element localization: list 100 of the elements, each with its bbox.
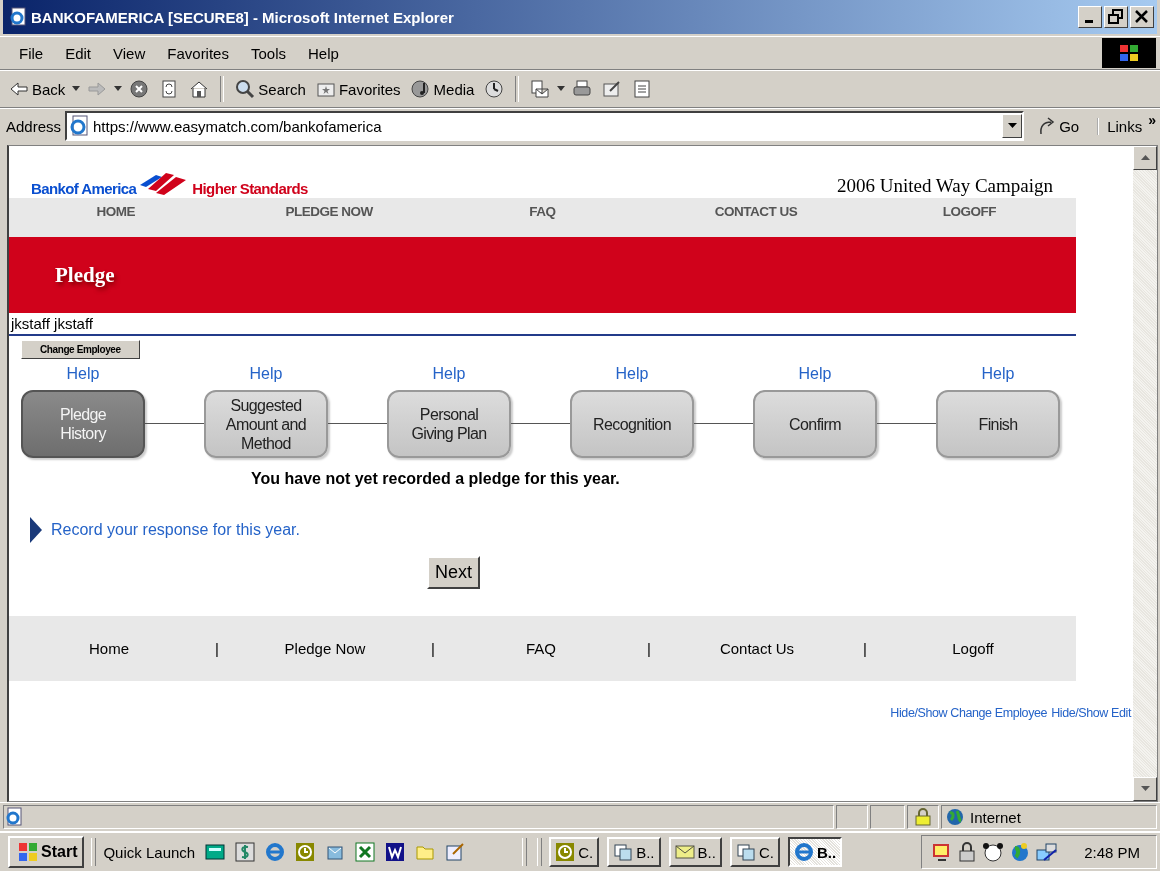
restore-icon[interactable] (1104, 6, 1128, 28)
spreadsheet-icon[interactable] (355, 842, 376, 862)
help-link[interactable]: Help (249, 365, 283, 383)
admin-link[interactable]: Hide/Show Edit (1051, 706, 1131, 720)
taskbar-button[interactable]: B.. (787, 837, 843, 867)
taskbar-button[interactable]: B.. (668, 837, 722, 867)
step-button[interactable]: Finish (936, 390, 1060, 458)
footer-link[interactable]: Logoff (919, 640, 1027, 657)
address-text: https://www.easymatch.com/bankofamerica (93, 117, 383, 135)
globe-icon[interactable] (1010, 842, 1031, 862)
footer-separator: | (646, 640, 652, 657)
step-button[interactable]: Pledge History (21, 390, 145, 458)
taskbar-button[interactable]: C. (729, 837, 780, 867)
notepad-icon[interactable] (445, 842, 466, 862)
scrollbar[interactable] (1133, 146, 1157, 801)
toolbar-button[interactable]: Back (6, 77, 69, 101)
help-link[interactable]: Help (432, 365, 466, 383)
chevron-button[interactable]: » (1148, 111, 1156, 128)
footer-separator: | (862, 640, 868, 657)
footer-link[interactable]: Pledge Now (271, 640, 379, 657)
status-message: You have not yet recorded a pledge for this year. (250, 470, 621, 488)
padlock-icon (915, 808, 931, 826)
quick-launch-label: Quick Launch (103, 843, 196, 861)
start-button[interactable]: Start (8, 836, 85, 868)
dropdown-caret-icon[interactable] (557, 86, 566, 92)
zone-label: Internet (970, 808, 1021, 826)
dropdown-caret-icon[interactable] (114, 86, 123, 92)
browser-icon[interactable] (265, 842, 286, 862)
admin-link[interactable]: Hide/Show Change Employee (890, 706, 1048, 720)
windows-logo-icon (1102, 38, 1156, 68)
help-link[interactable]: Help (615, 365, 649, 383)
padlock-icon[interactable] (958, 842, 977, 862)
help-link[interactable]: Help (798, 365, 832, 383)
media-disc-icon (410, 79, 431, 99)
globe-icon (946, 808, 964, 826)
caret-icon (1007, 123, 1017, 129)
next-button[interactable]: Next (427, 556, 480, 589)
record-response-link[interactable]: Record your response for this year. (51, 521, 300, 539)
window-icon (735, 842, 756, 862)
document-icon[interactable] (385, 842, 406, 862)
footer-link[interactable]: FAQ (487, 640, 595, 657)
address-label: Address (6, 117, 62, 135)
clock-time: 2:48 PM (1084, 843, 1140, 861)
menu-item[interactable]: File (8, 44, 55, 62)
banner-title: Pledge (55, 262, 115, 288)
help-link[interactable]: Help (981, 365, 1015, 383)
menu-item[interactable]: Favorites (156, 44, 240, 62)
go-button[interactable]: Go (1028, 116, 1094, 136)
step-button[interactable]: Suggested Amount and Method (204, 390, 328, 458)
footer-link[interactable]: Contact Us (703, 640, 811, 657)
nav-link[interactable]: HOME (9, 204, 223, 219)
back-arrow-icon (9, 79, 29, 99)
address-field[interactable]: https://www.easymatch.com/bankofamerica (65, 111, 1025, 141)
step-button[interactable]: Confirm (753, 390, 877, 458)
scroll-up-icon[interactable] (1140, 155, 1150, 161)
dropdown-button[interactable] (1002, 114, 1023, 138)
search-icon (235, 79, 256, 99)
page-icon (4, 807, 24, 827)
browser-page-icon (69, 115, 90, 137)
network-icon[interactable] (1036, 842, 1059, 862)
close-icon[interactable] (1130, 6, 1154, 28)
dollar-icon[interactable] (235, 842, 256, 862)
change-employee-button[interactable]: Change Employee (21, 340, 140, 359)
step-button[interactable]: Personal Giving Plan (387, 390, 511, 458)
panda-icon[interactable] (982, 842, 1005, 862)
nav-link[interactable]: CONTACT US (649, 204, 863, 219)
menu-item[interactable]: View (102, 44, 157, 62)
scroll-down-icon[interactable] (1140, 786, 1150, 792)
calculator-icon[interactable] (205, 842, 226, 862)
toolbar-button[interactable]: Search (232, 77, 309, 101)
toolbar-button[interactable]: Favorites (312, 77, 404, 101)
status-panel (870, 805, 905, 829)
clock-icon (555, 842, 576, 862)
bank-logo: Bankof America Higher Standards (31, 169, 308, 198)
menu-item[interactable]: Edit (54, 44, 103, 62)
footer-link[interactable]: Home (55, 640, 163, 657)
curved-arrow-icon (1038, 116, 1057, 136)
window-icon (613, 842, 634, 862)
nav-link[interactable]: FAQ (435, 204, 650, 219)
browser-page-icon (9, 7, 27, 27)
menu-item[interactable]: Help (297, 44, 350, 62)
taskbar-button[interactable]: B.. (607, 837, 661, 867)
toolbar-button[interactable]: Media (407, 77, 478, 101)
footer-separator: | (430, 640, 436, 657)
nav-link[interactable]: PLEDGE NOW (222, 204, 436, 219)
footer-separator: | (214, 640, 220, 657)
user-name: jkstaff jkstaff (9, 313, 1076, 336)
browser-icon (793, 842, 814, 862)
window-title: BANKOFAMERICA [SECURE8] - Microsoft Internet Explorer (31, 8, 455, 26)
step-button[interactable]: Recognition (570, 390, 694, 458)
menu-item[interactable]: Tools (239, 44, 297, 62)
taskbar-button[interactable]: C. (549, 837, 600, 867)
help-link[interactable]: Help (66, 365, 100, 383)
links-button[interactable]: Links (1107, 117, 1143, 135)
nav-link[interactable]: LOGOFF (862, 204, 1076, 219)
envelope-icon (674, 842, 695, 862)
triangle-bullet-icon (29, 516, 43, 544)
minimize-icon[interactable] (1078, 6, 1102, 28)
campaign-title: 2006 United Way Campaign (836, 175, 1053, 198)
dropdown-caret-icon[interactable] (72, 86, 81, 92)
